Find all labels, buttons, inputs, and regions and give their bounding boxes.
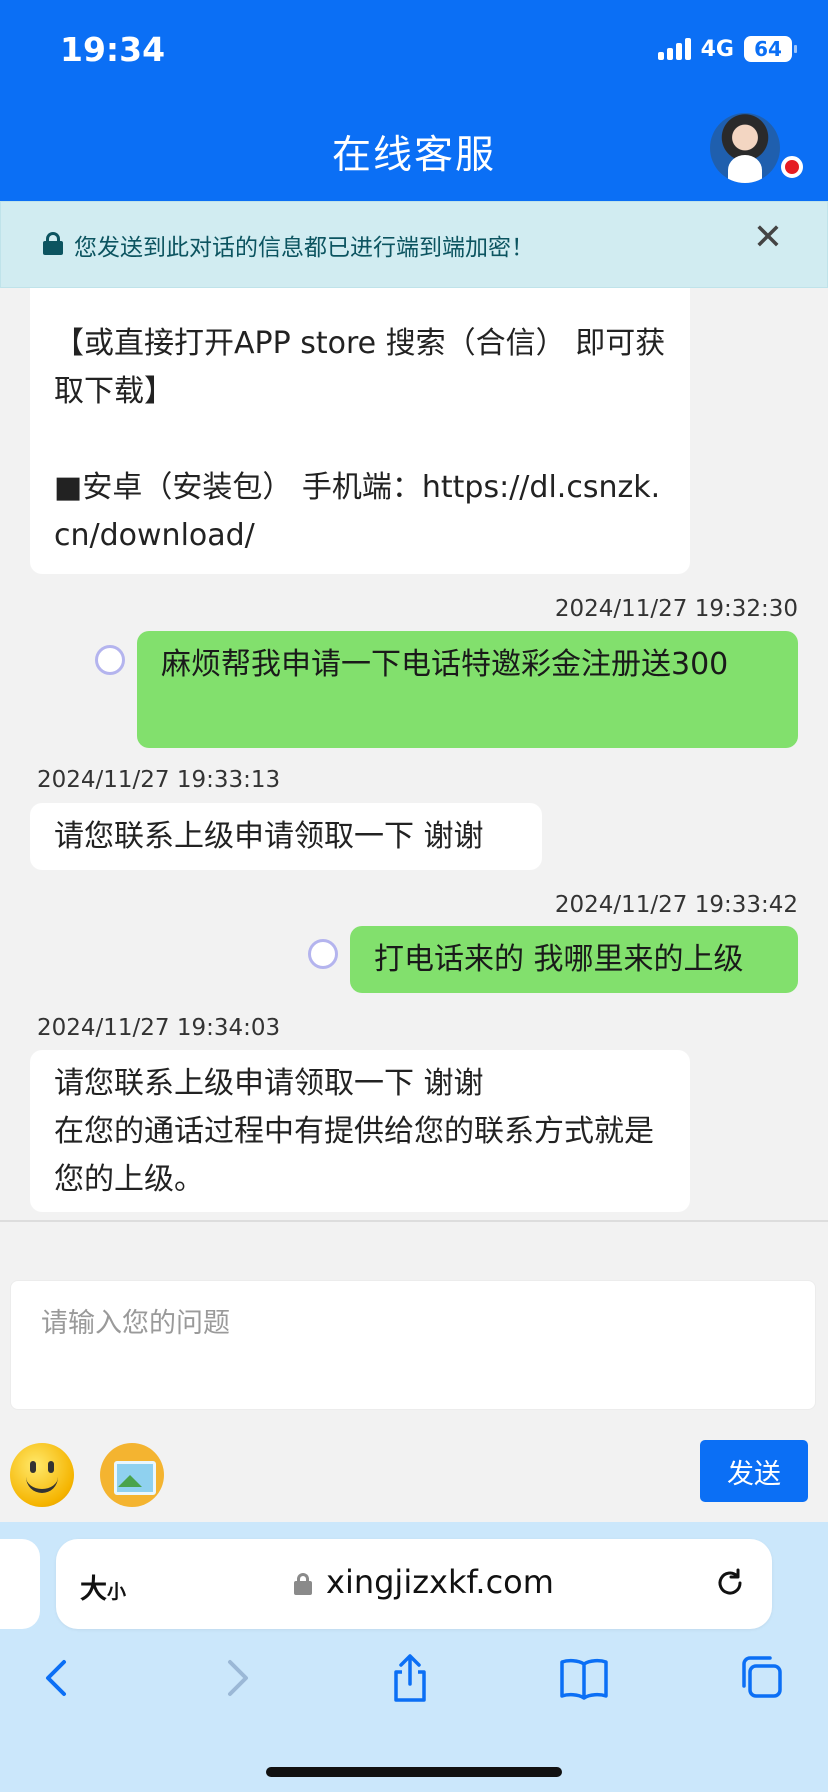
image-upload-icon[interactable] <box>100 1443 164 1507</box>
chat-area[interactable]: 【或直接打开APP store 搜索（合信） 即可获取下载】 ■安卓（安装包） … <box>0 288 828 1220</box>
signal-icon <box>657 38 691 60</box>
app-header: 19:34 4G 64 在线客服 <box>0 0 828 201</box>
home-indicator[interactable] <box>266 1767 562 1777</box>
message-timestamp: 2024/11/27 19:33:42 <box>554 892 798 918</box>
secure-lock-icon <box>294 1573 312 1595</box>
message-timestamp: 2024/11/27 19:33:13 <box>37 767 281 793</box>
forward-icon[interactable] <box>208 1650 264 1706</box>
emoji-icon[interactable] <box>10 1443 74 1507</box>
battery-icon: 64 <box>744 36 797 62</box>
close-icon[interactable]: ✕ <box>752 220 784 256</box>
user-message: 麻烦帮我申请一下电话特邀彩金注册送300 <box>137 631 798 748</box>
share-icon[interactable] <box>382 1650 438 1706</box>
page-title: 在线客服 <box>331 133 496 178</box>
network-type: 4G <box>700 36 734 62</box>
message-input[interactable] <box>11 1281 815 1409</box>
agent-message: 请您联系上级申请领取一下 谢谢 在您的通话过程中有提供给您的联系方式就是您的上级… <box>30 1050 690 1212</box>
agent-message: 请您联系上级申请领取一下 谢谢 <box>30 803 542 870</box>
status-time: 19:34 <box>60 30 166 69</box>
bookmarks-icon[interactable] <box>556 1650 612 1706</box>
text-size-small: 小 <box>107 1581 127 1603</box>
send-button[interactable]: 发送 <box>700 1440 808 1502</box>
message-timestamp: 2024/11/27 19:34:03 <box>37 1015 281 1041</box>
status-indicators: 4G 64 <box>657 36 797 62</box>
message-pending-indicator <box>308 939 338 969</box>
message-input-box[interactable] <box>10 1280 816 1410</box>
reload-icon[interactable] <box>714 1567 746 1599</box>
composer-divider <box>0 1220 828 1222</box>
user-message: 打电话来的 我哪里来的上级 <box>350 926 798 993</box>
lock-icon <box>43 232 63 255</box>
encryption-notice: 您发送到此对话的信息都已进行端到端加密！ <box>0 201 828 288</box>
address-bar[interactable]: 大小 xingjizxkf.com <box>56 1539 772 1629</box>
message-timestamp: 2024/11/27 19:32:30 <box>554 596 798 622</box>
tabs-icon[interactable] <box>734 1650 790 1706</box>
agent-avatar[interactable] <box>710 113 780 183</box>
text-size-large: 大 <box>80 1574 107 1605</box>
previous-tab-preview[interactable] <box>0 1539 40 1629</box>
online-status-dot <box>781 156 803 178</box>
back-icon[interactable] <box>30 1650 86 1706</box>
agent-message: 【或直接打开APP store 搜索（合信） 即可获取下载】 ■安卓（安装包） … <box>30 288 690 574</box>
text-size-button[interactable]: 大小 <box>80 1567 126 1606</box>
message-pending-indicator <box>95 645 125 675</box>
url-text[interactable]: xingjizxkf.com <box>326 1563 554 1601</box>
encryption-notice-text: 您发送到此对话的信息都已进行端到端加密！ <box>74 235 534 261</box>
